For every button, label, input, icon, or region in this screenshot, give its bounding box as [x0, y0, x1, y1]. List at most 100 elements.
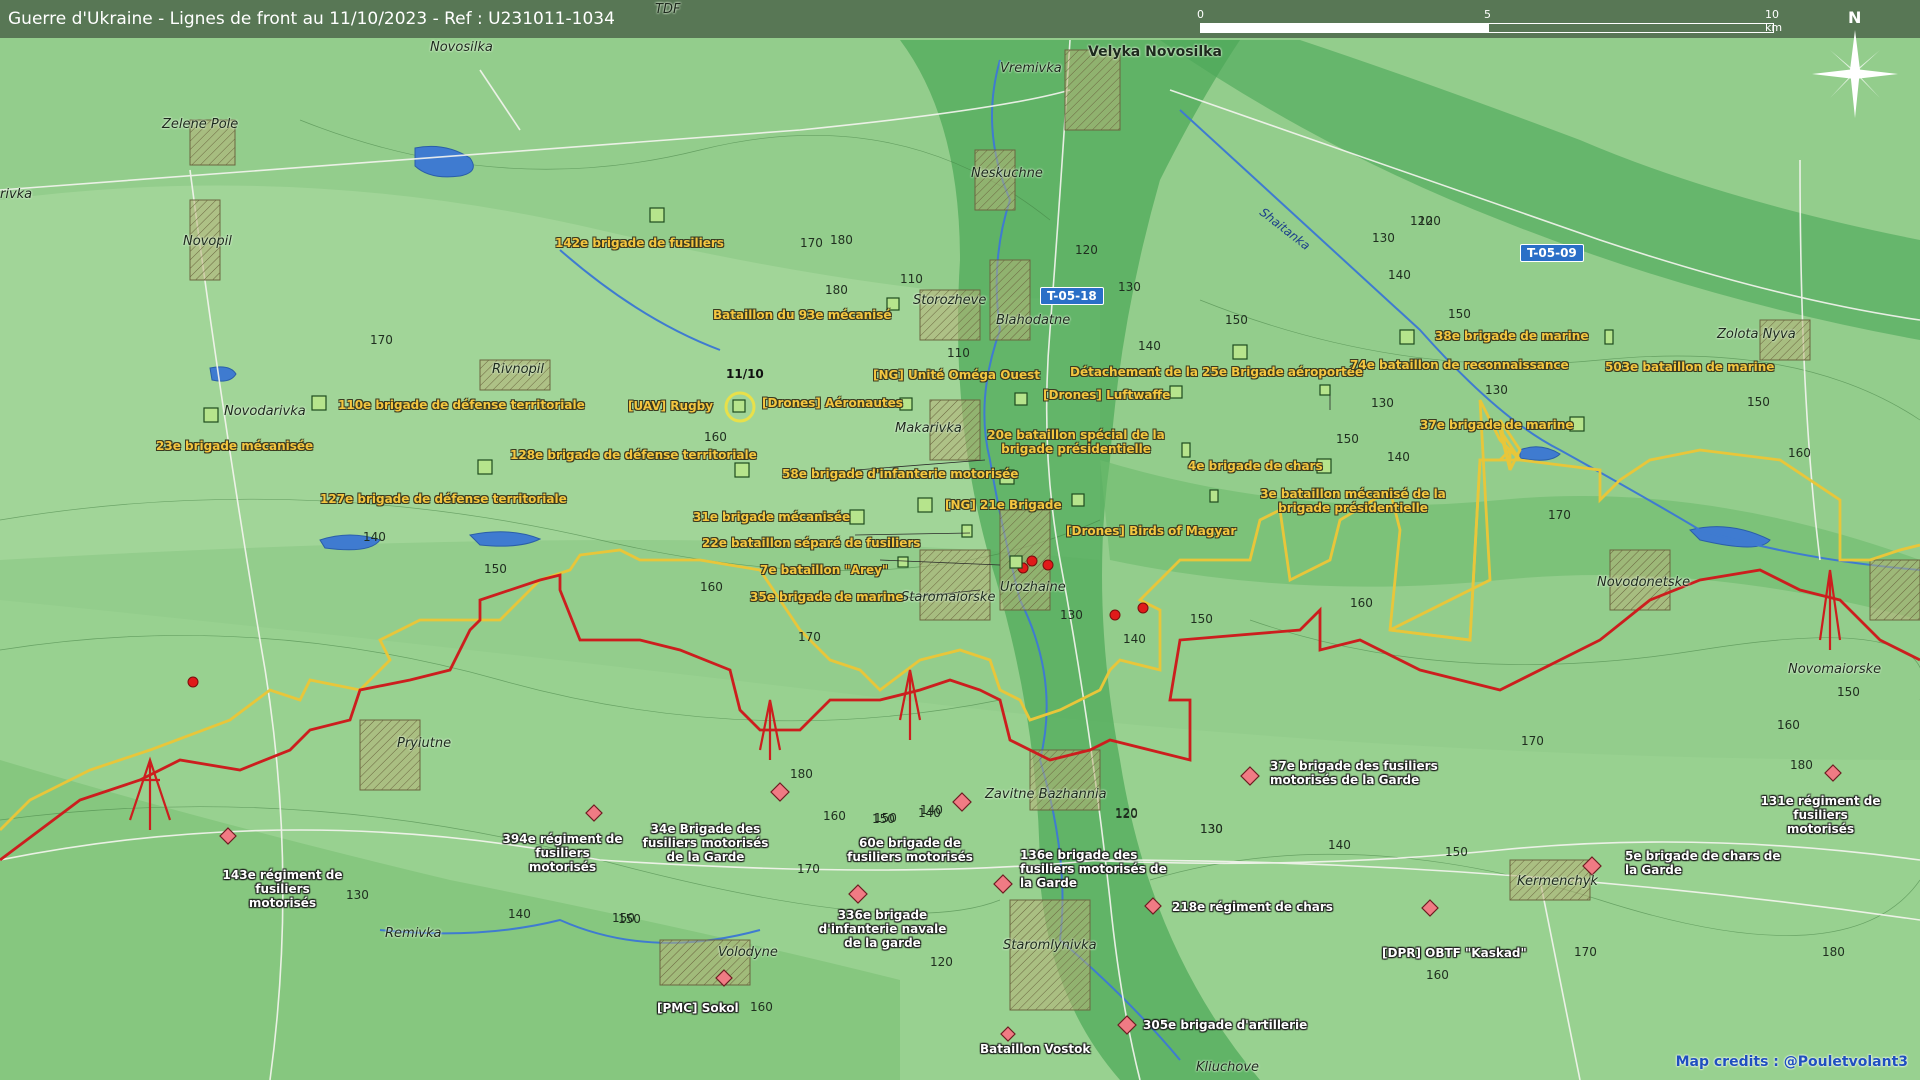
place-makarivka: Makarivka — [895, 421, 962, 436]
place-novosilka: Novosilka — [430, 40, 493, 55]
elevation: 160 — [704, 430, 727, 444]
ukr-unit-uav-rugby[interactable]: [UAV] Rugby — [628, 399, 713, 413]
elevation: 130 — [1485, 383, 1508, 397]
ukr-unit-74e[interactable]: 74e bataillon de reconnaissance — [1350, 358, 1569, 372]
ukr-unit-luftwaffe[interactable]: [Drones] Luftwaffe — [1043, 388, 1170, 402]
rus-unit-394e[interactable]: 394e régiment de fusiliers motorisés — [500, 832, 625, 874]
elevation: 180 — [1822, 945, 1845, 959]
rus-unit-136e[interactable]: 136e brigade des fusiliers motorisés de … — [1020, 848, 1170, 890]
elevation: 140 — [1388, 268, 1411, 282]
elevation: 180 — [830, 233, 853, 247]
rus-unit-218e[interactable]: 218e régiment de chars — [1172, 900, 1333, 914]
elevation: 170 — [1574, 945, 1597, 959]
elevation: 140 — [363, 530, 386, 544]
ukr-unit-23e[interactable]: 23e brigade mécanisée — [156, 439, 313, 453]
place-novodonetske: Novodonetske — [1597, 575, 1691, 590]
rus-unit-kaskad[interactable]: [DPR] OBTF "Kaskad" — [1382, 946, 1527, 960]
north-arrow: N — [1810, 8, 1900, 123]
ukr-unit-58e[interactable]: 58e brigade d'infanterie motorisée — [782, 467, 1018, 481]
ukr-unit-142[interactable]: 142e brigade de fusiliers — [555, 236, 724, 250]
place-vremivka: Vremivka — [1000, 61, 1062, 76]
elevation: 120 — [1115, 807, 1138, 821]
rus-unit-vostok[interactable]: Bataillon Vostok — [980, 1042, 1090, 1056]
scale-tick-5: 5 — [1484, 8, 1491, 21]
rus-unit-305e[interactable]: 305e brigade d'artillerie — [1143, 1018, 1307, 1032]
ukr-unit-25e[interactable]: Détachement de la 25e Brigade aéroportée — [1070, 365, 1363, 379]
rus-unit-60e[interactable]: 60e brigade de fusiliers motorisés — [835, 836, 985, 864]
rus-unit-sokol[interactable]: [PMC] Sokol — [657, 1001, 739, 1015]
place-volodyne: Volodyne — [718, 945, 778, 960]
elevation: 130 — [346, 888, 369, 902]
place-staromaiorske: Staromaiorske — [901, 590, 996, 605]
elevation: 170 — [370, 333, 393, 347]
ukr-unit-drones-aeronautes[interactable]: [Drones] Aéronautes — [762, 396, 903, 410]
rus-unit-143e[interactable]: 143e régiment de fusiliers motorisés — [220, 868, 345, 910]
elevation: 130 — [1118, 280, 1141, 294]
ukr-unit-20e[interactable]: 20e bataillon spécial de la brigade prés… — [960, 428, 1192, 456]
map-credits: Map credits : @Pouletvolant3 — [1675, 1054, 1908, 1070]
elevation: 160 — [823, 809, 846, 823]
elevation: 180 — [1790, 758, 1813, 772]
elevation: 160 — [700, 580, 723, 594]
place-pryiutne: Pryiutne — [397, 736, 452, 751]
elevation: 130 — [1200, 822, 1223, 836]
ukr-unit-38e[interactable]: 38e brigade de marine — [1435, 329, 1588, 343]
place-rivka: rivka — [0, 187, 33, 202]
place-kermenchyk: Kermenchyk — [1517, 874, 1598, 889]
place-novodarivka: Novodarivka — [224, 404, 306, 419]
road-badge-t0509: T-05-09 — [1520, 244, 1584, 262]
ukr-unit-110e[interactable]: 110e brigade de défense territoriale — [338, 398, 585, 412]
elevation: 160 — [1788, 446, 1811, 460]
elevation: 170 — [1548, 508, 1571, 522]
elevation: 140 — [918, 806, 941, 820]
elevation: 150 — [1445, 845, 1468, 859]
ukr-unit-31e[interactable]: 31e brigade mécanisée — [693, 510, 850, 524]
elevation: 140 — [1328, 838, 1351, 852]
compass-rose-icon — [1812, 30, 1898, 118]
ukr-unit-37e[interactable]: 37e brigade de marine — [1420, 418, 1573, 432]
elevation: 110 — [947, 346, 970, 360]
elevation: 140 — [1123, 632, 1146, 646]
elevation: 160 — [1426, 968, 1449, 982]
terrain-layer — [0, 0, 1920, 1080]
rus-unit-131e[interactable]: 131e régiment de fusiliers motorisés — [1758, 794, 1883, 836]
ukr-unit-21e[interactable]: [NG] 21e Brigade — [945, 498, 1062, 512]
road-badge-t0518: T-05-18 — [1040, 287, 1104, 305]
ukr-unit-4e[interactable]: 4e brigade de chars — [1188, 459, 1323, 473]
place-remivka: Remivka — [385, 926, 442, 941]
ukr-unit-3e[interactable]: 3e bataillon mécanisé de la brigade prés… — [1238, 487, 1468, 515]
place-novomaiorske: Novomaiorske — [1788, 662, 1882, 677]
elevation: 180 — [825, 283, 848, 297]
place-kliuchove: Kliuchove — [1196, 1060, 1260, 1075]
elevation: 120 — [930, 955, 953, 969]
date-marker: 11/10 — [726, 367, 764, 381]
place-zolota-nyva: Zolota Nyva — [1717, 327, 1796, 342]
place-blahodatne: Blahodatne — [996, 313, 1071, 328]
ukr-unit-birds-of-magyar[interactable]: [Drones] Birds of Magyar — [1066, 524, 1236, 538]
place-neskuchne: Neskuchne — [971, 166, 1043, 181]
ukr-unit-35e[interactable]: 35e brigade de marine — [750, 590, 903, 604]
elevation: 170 — [800, 236, 823, 250]
elevation: 170 — [1521, 734, 1544, 748]
scale-tick-0: 0 — [1197, 8, 1204, 21]
ukr-unit-503e[interactable]: 503e bataillon de marine — [1605, 360, 1774, 374]
place-zelene-pole: Zelene Pole — [162, 117, 239, 132]
elevation: 150 — [484, 562, 507, 576]
ukr-unit-omega[interactable]: [NG] Unité Oméga Ouest — [873, 368, 1040, 382]
place-urozhaine: Urozhaine — [1000, 580, 1066, 595]
rus-unit-336e[interactable]: 336e brigade d'infanterie navale de la g… — [815, 908, 950, 950]
rus-unit-5e[interactable]: 5e brigade de chars de la Garde — [1625, 849, 1795, 877]
ukr-unit-128e[interactable]: 128e brigade de défense territoriale — [510, 448, 757, 462]
place-velyka-novosilka: Velyka Novosilka — [1088, 44, 1222, 60]
front-line-map[interactable]: Guerre d'Ukraine - Lignes de front au 11… — [0, 0, 1920, 1080]
elevation: 150 — [1225, 313, 1248, 327]
rus-unit-37e[interactable]: 37e brigade des fusiliers motorisés de l… — [1270, 759, 1450, 787]
elevation: 110 — [900, 272, 923, 286]
ukr-unit-93[interactable]: Bataillon du 93e mécanisé — [713, 308, 892, 322]
ukr-unit-22e[interactable]: 22e bataillon séparé de fusiliers — [702, 536, 920, 550]
ukr-unit-127e[interactable]: 127e brigade de défense territoriale — [320, 492, 567, 506]
elevation: 140 — [1387, 450, 1410, 464]
elevation: 150 — [1336, 432, 1359, 446]
rus-unit-34e[interactable]: 34e Brigade des fusiliers motorisés de l… — [638, 822, 773, 864]
ukr-unit-arey[interactable]: 7e bataillon "Arey" — [760, 563, 888, 577]
